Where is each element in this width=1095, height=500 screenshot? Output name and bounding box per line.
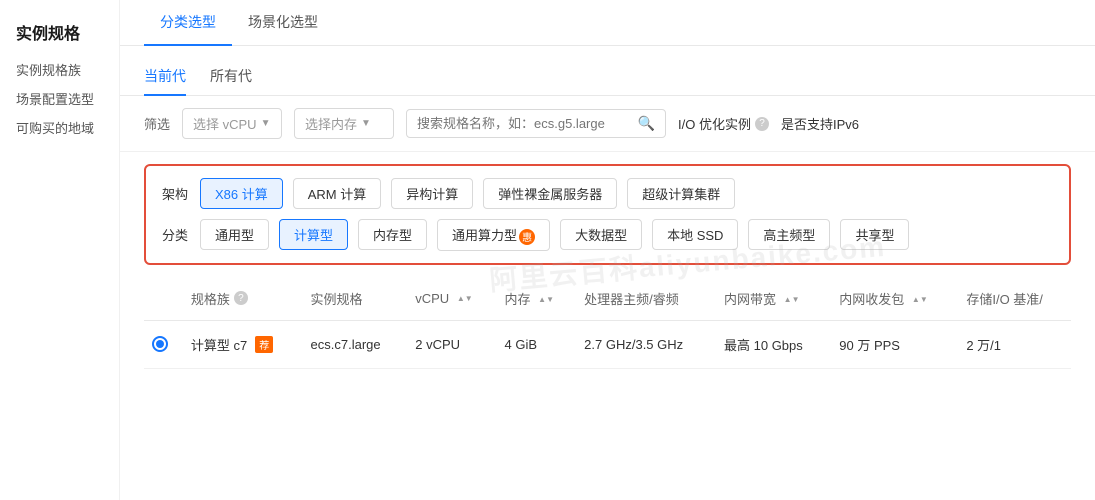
cat-general[interactable]: 通用型 bbox=[200, 219, 269, 250]
memory-arrow-icon: ▼ bbox=[361, 118, 371, 129]
search-input[interactable] bbox=[417, 116, 632, 131]
vcpu-select[interactable]: 选择 vCPU ▼ bbox=[182, 108, 282, 139]
tab-category[interactable]: 分类选型 bbox=[144, 0, 232, 46]
vcpu-sort-icon[interactable]: ▲▼ bbox=[457, 295, 473, 303]
general-compute-badge: 惠 bbox=[519, 229, 535, 245]
memory-sort-icon[interactable]: ▲▼ bbox=[538, 296, 554, 304]
sidebar-link-scene[interactable]: 场景配置选型 bbox=[16, 89, 103, 108]
io-label: I/O 优化实例 ? bbox=[678, 114, 769, 133]
radio-dot bbox=[156, 340, 164, 348]
filter-bar: 筛选 选择 vCPU ▼ 选择内存 ▼ 🔍 I/O 优化实例 ? 是否支持IPv… bbox=[120, 96, 1095, 152]
col-family: 规格族 ? bbox=[183, 277, 303, 321]
row-storage: 2 万/1 bbox=[958, 320, 1071, 368]
family-new-badge: 荐 bbox=[255, 336, 273, 353]
vcpu-arrow-icon: ▼ bbox=[261, 118, 271, 129]
col-spec: 实例规格 bbox=[303, 277, 408, 321]
cat-general-compute[interactable]: 通用算力型惠 bbox=[437, 219, 550, 251]
table-header-row: 规格族 ? 实例规格 vCPU ▲▼ 内存 ▲▼ bbox=[144, 277, 1071, 321]
memory-placeholder: 选择内存 bbox=[305, 114, 357, 133]
col-pps[interactable]: 内网收发包 ▲▼ bbox=[831, 277, 958, 321]
filter-label: 筛选 bbox=[144, 114, 170, 133]
col-vcpu[interactable]: vCPU ▲▼ bbox=[407, 277, 496, 321]
row-memory: 4 GiB bbox=[497, 320, 577, 368]
cat-compute[interactable]: 计算型 bbox=[279, 219, 348, 250]
pps-sort-icon[interactable]: ▲▼ bbox=[912, 296, 928, 304]
io-question-icon: ? bbox=[755, 117, 769, 131]
subtab-current[interactable]: 当前代 bbox=[144, 58, 186, 96]
sidebar: 实例规格 实例规格族 场景配置选型 可购买的地域 bbox=[0, 0, 120, 500]
row-spec: ecs.c7.large bbox=[303, 320, 408, 368]
col-select bbox=[144, 277, 183, 321]
arch-label: 架构 bbox=[162, 184, 190, 203]
col-freq: 处理器主频/睿频 bbox=[576, 277, 716, 321]
radio-selected[interactable] bbox=[152, 336, 168, 352]
arch-super-cluster[interactable]: 超级计算集群 bbox=[627, 178, 735, 209]
sidebar-link-family[interactable]: 实例规格族 bbox=[16, 60, 103, 79]
col-storage: 存储I/O 基准/ bbox=[958, 277, 1071, 321]
instance-table: 规格族 ? 实例规格 vCPU ▲▼ 内存 ▲▼ bbox=[144, 277, 1071, 369]
row-freq: 2.7 GHz/3.5 GHz bbox=[576, 320, 716, 368]
sidebar-title: 实例规格 bbox=[16, 20, 103, 44]
row-radio[interactable] bbox=[144, 320, 183, 368]
family-badge-wrap: 计算型 c7 荐 bbox=[191, 335, 273, 354]
family-question-icon: ? bbox=[234, 291, 248, 305]
selection-box: 架构 X86 计算 ARM 计算 异构计算 弹性裸金属服务器 超级计算集群 分类… bbox=[144, 164, 1071, 265]
cat-label: 分类 bbox=[162, 225, 190, 244]
sub-tabs: 当前代 所有代 bbox=[120, 46, 1095, 96]
cat-bigdata[interactable]: 大数据型 bbox=[560, 219, 642, 250]
arch-x86[interactable]: X86 计算 bbox=[200, 178, 283, 209]
cat-high-freq[interactable]: 高主频型 bbox=[748, 219, 830, 250]
ipv6-label: 是否支持IPv6 bbox=[781, 114, 859, 133]
row-vcpu: 2 vCPU bbox=[407, 320, 496, 368]
bandwidth-sort-icon[interactable]: ▲▼ bbox=[784, 296, 800, 304]
tab-scene[interactable]: 场景化选型 bbox=[232, 0, 334, 46]
table-row[interactable]: 计算型 c7 荐 ecs.c7.large 2 vCPU 4 GiB 2.7 G… bbox=[144, 320, 1071, 368]
search-icon: 🔍 bbox=[638, 115, 655, 132]
row-bandwidth: 最高 10 Gbps bbox=[716, 320, 831, 368]
row-family: 计算型 c7 荐 bbox=[183, 320, 303, 368]
col-memory[interactable]: 内存 ▲▼ bbox=[497, 277, 577, 321]
sidebar-link-region[interactable]: 可购买的地域 bbox=[16, 118, 103, 137]
row-pps: 90 万 PPS bbox=[831, 320, 958, 368]
search-box[interactable]: 🔍 bbox=[406, 109, 666, 138]
col-bandwidth[interactable]: 内网带宽 ▲▼ bbox=[716, 277, 831, 321]
arch-hetero[interactable]: 异构计算 bbox=[391, 178, 473, 209]
category-row: 分类 通用型 计算型 内存型 通用算力型惠 大数据型 本地 SSD 高主频型 共… bbox=[162, 219, 1053, 251]
arch-arm[interactable]: ARM 计算 bbox=[293, 178, 382, 209]
cat-memory[interactable]: 内存型 bbox=[358, 219, 427, 250]
main-content: 分类选型 场景化选型 当前代 所有代 筛选 选择 vCPU ▼ 选择内存 ▼ 🔍 bbox=[120, 0, 1095, 500]
subtab-all[interactable]: 所有代 bbox=[210, 58, 252, 96]
table-container: 规格族 ? 实例规格 vCPU ▲▼ 内存 ▲▼ bbox=[120, 277, 1095, 500]
arch-bare-metal[interactable]: 弹性裸金属服务器 bbox=[483, 178, 617, 209]
vcpu-placeholder: 选择 vCPU bbox=[193, 114, 257, 133]
architecture-row: 架构 X86 计算 ARM 计算 异构计算 弹性裸金属服务器 超级计算集群 bbox=[162, 178, 1053, 209]
memory-select[interactable]: 选择内存 ▼ bbox=[294, 108, 394, 139]
cat-local-ssd[interactable]: 本地 SSD bbox=[652, 219, 738, 250]
top-tabs: 分类选型 场景化选型 bbox=[120, 0, 1095, 46]
cat-shared[interactable]: 共享型 bbox=[840, 219, 909, 250]
